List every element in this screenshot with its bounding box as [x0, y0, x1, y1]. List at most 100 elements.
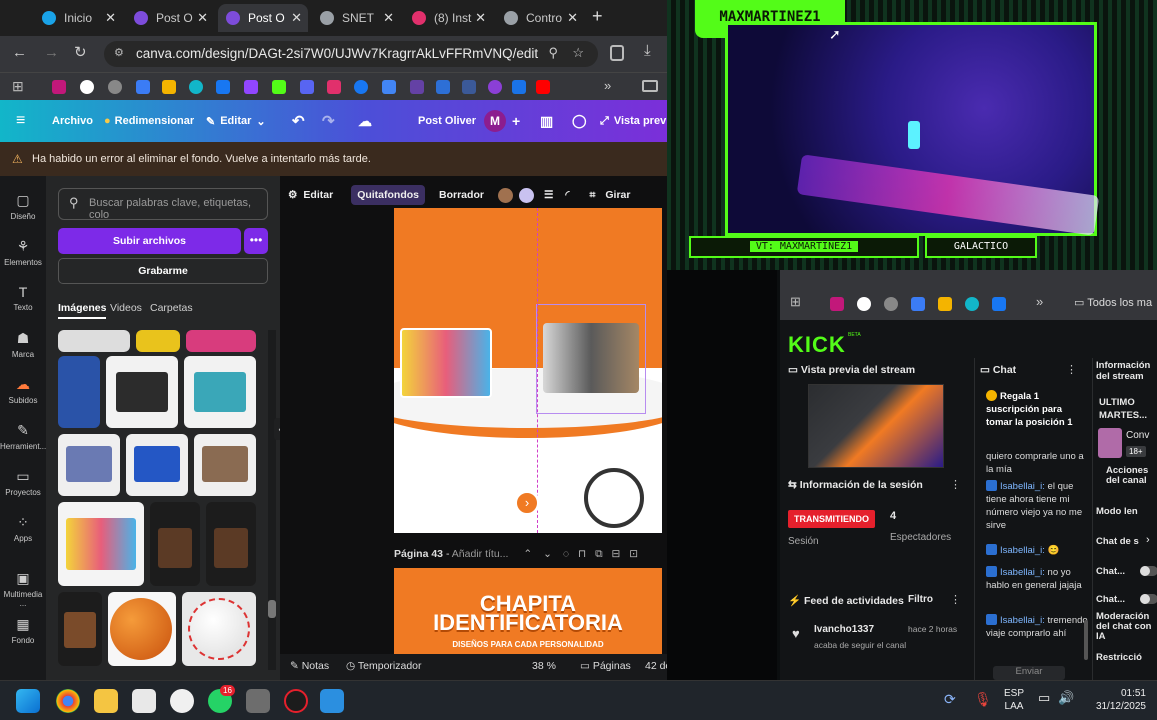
canva-bookmark-icon[interactable] [189, 80, 203, 94]
keep-icon[interactable] [162, 80, 176, 94]
bookmark-icon[interactable] [488, 80, 502, 94]
gemini-icon[interactable] [136, 80, 150, 94]
rail-media[interactable]: ▣ Multimedia ... [0, 570, 46, 608]
archivo-button[interactable]: Archivo [52, 100, 93, 142]
reload-icon[interactable]: ↻ [74, 43, 87, 61]
calculator-icon[interactable] [246, 689, 270, 713]
tab-inicio[interactable]: Inicio ✕ [34, 4, 122, 32]
chevron-up-icon[interactable]: ⌃ [523, 548, 532, 560]
image-thumbnail[interactable] [58, 434, 120, 496]
close-icon[interactable]: ✕ [475, 10, 486, 26]
all-bookmarks-folder[interactable]: ▭ Todos los ma [1074, 296, 1152, 309]
lock-icon[interactable]: ⊓ [578, 548, 586, 560]
folder-icon[interactable] [642, 80, 658, 92]
zoom-icon[interactable]: ⚲ [548, 45, 558, 61]
image-thumbnail[interactable] [58, 356, 100, 428]
image-thumbnail[interactable] [206, 502, 256, 586]
stream-preview-thumbnail[interactable] [808, 384, 944, 468]
close-icon[interactable]: ✕ [291, 10, 302, 26]
apps-grid-icon[interactable]: ⊞ [790, 294, 801, 310]
trash-icon[interactable]: ⊟ [612, 548, 621, 560]
image-thumbnail[interactable] [194, 434, 256, 496]
youtube-icon[interactable] [536, 80, 550, 94]
openai-icon[interactable] [108, 80, 122, 94]
duplicate-icon[interactable]: ⧉ [595, 548, 603, 560]
notepad-icon[interactable] [320, 689, 344, 713]
upload-files-button[interactable]: Subir archivos [58, 228, 241, 254]
hide-icon[interactable]: ◌ [563, 548, 569, 560]
meta-icon[interactable] [992, 297, 1006, 311]
tab-images[interactable]: Imágenes [58, 302, 107, 319]
apps-grid-icon[interactable]: ⊞ [12, 78, 24, 95]
site-info-icon[interactable]: ⚙ [114, 46, 124, 59]
image-thumbnail[interactable] [136, 330, 180, 352]
color-swatch[interactable] [518, 187, 534, 203]
color-swatch[interactable] [497, 187, 513, 203]
image-thumbnail[interactable] [58, 330, 130, 352]
rail-tools[interactable]: ✎ Herramient... [0, 422, 46, 451]
rail-projects[interactable]: ▭ Proyectos [0, 468, 46, 497]
image-thumbnail[interactable] [106, 356, 178, 428]
crop-icon[interactable]: ⌗ [589, 189, 595, 202]
meta-icon[interactable] [216, 80, 230, 94]
forward-arrow-icon[interactable]: → [44, 44, 59, 61]
image-thumbnail[interactable] [58, 502, 144, 586]
url-field[interactable]: ⚙ canva.com/design/DAGt-2si7W0/UJWv7Krag… [104, 41, 598, 67]
undo-icon[interactable]: ↶ [292, 100, 305, 142]
pages-button[interactable]: ▭ Páginas [580, 660, 631, 672]
action-slow-mode[interactable]: Modo len [1096, 506, 1138, 517]
redo-icon[interactable]: ↷ [322, 100, 335, 142]
kick-logo[interactable]: KICK [788, 332, 846, 358]
sync-icon[interactable]: ⟳ [944, 691, 956, 708]
tab-snet[interactable]: SNET ✕ [312, 4, 400, 32]
tab-post-2[interactable]: Post O ✕ [218, 4, 308, 32]
twitch-icon[interactable] [244, 80, 258, 94]
record-button[interactable]: Grabarme [58, 258, 268, 284]
action-ai-moderation[interactable]: Moderación del chat con IA [1096, 612, 1156, 642]
bookmark-icon[interactable] [52, 80, 66, 94]
discord-icon[interactable] [300, 80, 314, 94]
tab-videos[interactable]: Videos [110, 302, 142, 314]
cloud-save-icon[interactable]: ☁ [358, 100, 372, 142]
product-image[interactable] [400, 328, 492, 398]
add-page-icon[interactable]: ⊡ [629, 548, 638, 560]
action-chat-toggle[interactable]: Chat... [1096, 566, 1125, 577]
image-thumbnail[interactable] [58, 592, 102, 666]
kick-icon[interactable] [272, 80, 286, 94]
more-options-icon[interactable]: ⋮ [950, 478, 961, 491]
google-icon[interactable] [80, 80, 94, 94]
eraser-button[interactable]: Borrador [439, 189, 484, 201]
image-thumbnail[interactable] [126, 434, 188, 496]
bookmark-icon[interactable] [436, 80, 450, 94]
send-button[interactable]: Enviar [993, 666, 1065, 680]
microphone-icon[interactable]: 🎙 [974, 691, 992, 708]
chat-scrollbar[interactable] [1084, 620, 1088, 660]
gemini-icon[interactable] [911, 297, 925, 311]
upload-more-button[interactable]: ••• [244, 228, 268, 254]
windows-start-icon[interactable] [16, 689, 40, 713]
filter-button[interactable]: Filtro [908, 594, 933, 605]
document-title[interactable]: Post Oliver [418, 100, 476, 142]
google-icon[interactable] [857, 297, 871, 311]
bookmark-icon[interactable] [410, 80, 424, 94]
search-input[interactable]: ⚲ Buscar palabras clave, etiquetas, colo [58, 188, 268, 221]
language-indicator[interactable]: ESP LAA [1004, 687, 1024, 713]
image-thumbnail[interactable] [182, 592, 256, 666]
image-thumbnail[interactable] [108, 592, 176, 666]
image-thumbnail[interactable] [186, 330, 256, 352]
file-explorer-icon[interactable] [94, 689, 118, 713]
app-icon[interactable] [170, 689, 194, 713]
close-icon[interactable]: ✕ [567, 10, 578, 26]
edit-image-button[interactable]: Editar [303, 189, 333, 201]
toggle-switch[interactable] [1140, 594, 1157, 604]
chevron-right-icon[interactable]: › [1146, 534, 1150, 546]
bookmark-icon[interactable] [512, 80, 526, 94]
notes-button[interactable]: ✎ Notas [290, 660, 329, 672]
rail-elements[interactable]: ⚘ Elementos [0, 238, 46, 267]
chrome-icon[interactable] [56, 689, 80, 713]
chevron-down-icon[interactable]: ⌄ [543, 548, 552, 560]
volume-icon[interactable]: 🔊 [1058, 690, 1074, 706]
docs-icon[interactable] [382, 80, 396, 94]
action-chat-mode[interactable]: Chat de s [1096, 536, 1139, 547]
more-options-icon[interactable]: ⋮ [950, 593, 961, 606]
